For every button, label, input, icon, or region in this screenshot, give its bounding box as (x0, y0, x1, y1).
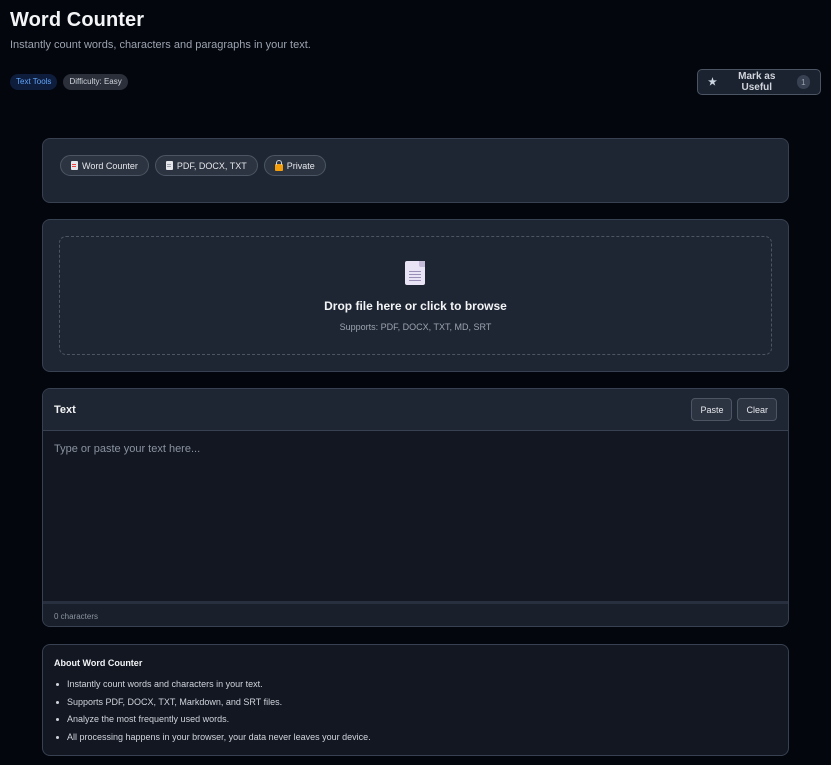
dropzone-supported-formats: Supports: PDF, DOCX, TXT, MD, SRT (339, 322, 492, 332)
chip-file-types: PDF, DOCX, TXT (154, 155, 258, 176)
difficulty-tag: Difficulty: Easy (63, 74, 128, 90)
chip-word-counter: Word Counter (60, 155, 149, 176)
about-title: About Word Counter (54, 658, 143, 668)
dropzone-title: Drop file here or click to browse (324, 299, 507, 313)
features-card: Word Counter PDF, DOCX, TXT Private (42, 138, 789, 203)
file-icon (405, 261, 425, 285)
mark-as-useful-label: Mark as Useful (738, 71, 776, 93)
text-editor-header: Text Paste Clear (43, 389, 788, 431)
upload-card: Drop file here or click to browse Suppor… (42, 219, 789, 372)
list-item: Supports PDF, DOCX, TXT, Markdown, and S… (54, 697, 371, 715)
page-subtitle: Instantly count words, characters and pa… (10, 39, 311, 51)
chip-label: Word Counter (82, 160, 138, 171)
feature-chips: Word Counter PDF, DOCX, TXT Private (60, 155, 326, 176)
page: Word Counter Instantly count words, char… (0, 0, 831, 765)
star-icon: ★ (708, 76, 717, 88)
list-item: All processing happens in your browser, … (54, 732, 371, 750)
list-item: Instantly count words and characters in … (54, 679, 371, 697)
page-header: Word Counter Instantly count words, char… (10, 9, 311, 51)
document-icon (71, 161, 78, 170)
tag-list: Text Tools Difficulty: Easy (10, 74, 128, 90)
category-tag[interactable]: Text Tools (10, 74, 58, 90)
useful-count-badge: 1 (796, 75, 810, 89)
paste-button[interactable]: Paste (691, 398, 733, 421)
about-card: About Word Counter Instantly count words… (42, 644, 789, 756)
character-count: 0 characters (43, 601, 788, 626)
mark-as-useful-button[interactable]: ★ Mark as Useful 1 (697, 69, 821, 95)
file-icon (165, 161, 173, 170)
text-input[interactable] (43, 431, 788, 601)
chip-label: Private (286, 160, 315, 171)
text-editor-label: Text (54, 403, 76, 416)
file-dropzone[interactable]: Drop file here or click to browse Suppor… (59, 236, 772, 355)
about-list: Instantly count words and characters in … (54, 679, 371, 749)
lock-icon (274, 159, 283, 171)
chip-label: PDF, DOCX, TXT (176, 160, 247, 171)
text-editor-card: Text Paste Clear 0 characters (42, 388, 789, 627)
page-title: Word Counter (10, 9, 145, 31)
chip-private: Private (263, 155, 326, 176)
text-editor-actions: Paste Clear (691, 398, 777, 421)
clear-button[interactable]: Clear (737, 398, 777, 421)
list-item: Analyze the most frequently used words. (54, 714, 371, 732)
